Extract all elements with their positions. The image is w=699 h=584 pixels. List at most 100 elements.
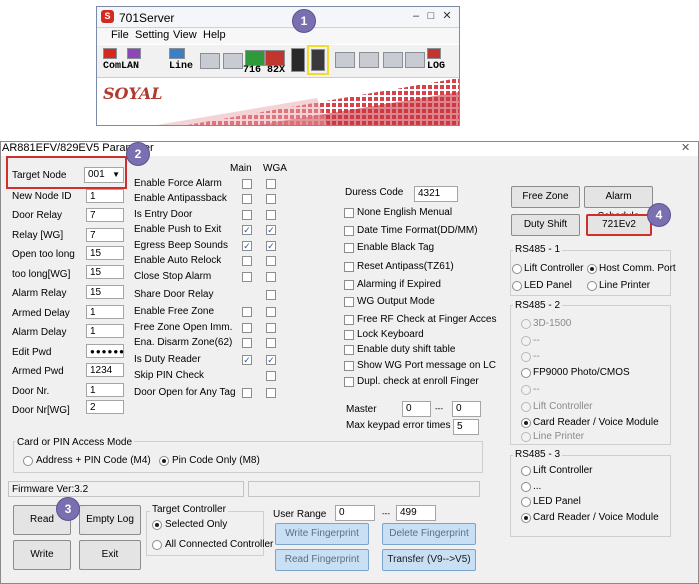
option-wga-checkbox[interactable] bbox=[266, 290, 276, 300]
master-to-input[interactable]: 0 bbox=[452, 401, 481, 417]
rs485-3-radio[interactable] bbox=[521, 466, 531, 476]
card-icon[interactable] bbox=[223, 53, 243, 69]
free-zone-button[interactable]: Free Zone bbox=[511, 186, 580, 208]
rs485-2-radio[interactable] bbox=[521, 352, 531, 362]
lan-icon[interactable] bbox=[127, 48, 141, 59]
option-main-checkbox[interactable] bbox=[242, 338, 252, 348]
rs485-2-radio[interactable] bbox=[521, 385, 531, 395]
option-wga-checkbox[interactable] bbox=[266, 307, 276, 317]
reader-icon[interactable] bbox=[291, 48, 305, 72]
menu-file[interactable]: File bbox=[111, 29, 129, 41]
menu-help[interactable]: Help bbox=[203, 29, 226, 41]
tool-icon[interactable] bbox=[405, 52, 425, 68]
setting-checkbox[interactable] bbox=[344, 243, 354, 253]
new-node-id-input[interactable]: 1 bbox=[86, 189, 124, 203]
setting-checkbox[interactable] bbox=[344, 280, 354, 290]
device-716-icon[interactable] bbox=[245, 50, 265, 66]
duty-shift-button[interactable]: Duty Shift bbox=[511, 214, 580, 236]
too-long-wg-input[interactable]: 15 bbox=[86, 265, 124, 279]
monitor-icon[interactable] bbox=[200, 53, 220, 69]
log-icon[interactable] bbox=[427, 48, 441, 59]
setting-checkbox[interactable] bbox=[344, 262, 354, 272]
armed-pwd-input[interactable]: 1234 bbox=[86, 363, 124, 377]
option-wga-checkbox[interactable]: ✓ bbox=[266, 355, 276, 365]
com-icon[interactable] bbox=[103, 48, 117, 59]
rs485-2-radio[interactable] bbox=[521, 418, 531, 428]
option-main-checkbox[interactable] bbox=[242, 388, 252, 398]
setting-checkbox[interactable] bbox=[344, 330, 354, 340]
line-label[interactable]: Line bbox=[169, 61, 193, 72]
log-label[interactable]: LOG bbox=[427, 61, 445, 72]
rs485-3-radio[interactable] bbox=[521, 482, 531, 492]
rs485-1-radio[interactable] bbox=[512, 281, 522, 291]
ar881-device-icon[interactable] bbox=[311, 49, 325, 71]
scanner-icon[interactable] bbox=[359, 52, 379, 68]
option-main-checkbox[interactable]: ✓ bbox=[242, 355, 252, 365]
option-main-checkbox[interactable] bbox=[242, 323, 252, 333]
option-wga-checkbox[interactable] bbox=[266, 388, 276, 398]
rs485-2-radio[interactable] bbox=[521, 336, 531, 346]
write-button[interactable]: Write bbox=[13, 540, 71, 570]
edit-pwd-input[interactable]: ●●●●●● bbox=[86, 344, 124, 358]
door-nr-wg-input[interactable]: 2 bbox=[86, 400, 124, 414]
user-range-from-input[interactable]: 0 bbox=[335, 505, 375, 521]
keypad-error-input[interactable]: 5 bbox=[453, 419, 479, 435]
open-too-long-input[interactable]: 15 bbox=[86, 246, 124, 260]
door-nr-input[interactable]: 1 bbox=[86, 383, 124, 397]
relay-wg-input[interactable]: 7 bbox=[86, 228, 124, 242]
empty-log-button[interactable]: Empty Log bbox=[79, 505, 141, 535]
rs485-2-radio[interactable] bbox=[521, 402, 531, 412]
door-relay-input[interactable]: 7 bbox=[86, 208, 124, 222]
option-wga-checkbox[interactable]: ✓ bbox=[266, 241, 276, 251]
rs485-3-radio[interactable] bbox=[521, 497, 531, 507]
rs485-3-radio[interactable] bbox=[521, 513, 531, 523]
alarm-relay-input[interactable]: 15 bbox=[86, 285, 124, 299]
parameter-close-icon[interactable]: ✕ bbox=[681, 141, 690, 154]
option-main-checkbox[interactable] bbox=[242, 256, 252, 266]
setting-checkbox[interactable] bbox=[344, 208, 354, 218]
rs485-1-radio[interactable] bbox=[512, 264, 522, 274]
option-wga-checkbox[interactable] bbox=[266, 338, 276, 348]
close-icon[interactable]: ✕ bbox=[440, 10, 454, 22]
option-wga-checkbox[interactable] bbox=[266, 210, 276, 220]
setting-checkbox[interactable] bbox=[344, 297, 354, 307]
setting-checkbox[interactable] bbox=[344, 361, 354, 371]
write-fingerprint-button[interactable]: Write Fingerprint bbox=[275, 523, 369, 545]
fingerprint-icon[interactable] bbox=[335, 52, 355, 68]
setting-checkbox[interactable] bbox=[344, 345, 354, 355]
setting-checkbox[interactable] bbox=[344, 315, 354, 325]
setting-checkbox[interactable] bbox=[344, 377, 354, 387]
read-fingerprint-button[interactable]: Read Fingerprint bbox=[275, 549, 369, 571]
selected-only-radio[interactable] bbox=[152, 520, 162, 530]
rs485-2-radio[interactable] bbox=[521, 432, 531, 442]
setting-checkbox[interactable] bbox=[344, 226, 354, 236]
option-main-checkbox[interactable] bbox=[242, 210, 252, 220]
armed-delay-input[interactable]: 1 bbox=[86, 305, 124, 319]
option-main-checkbox[interactable]: ✓ bbox=[242, 225, 252, 235]
maximize-icon[interactable]: □ bbox=[424, 10, 438, 22]
option-wga-checkbox[interactable] bbox=[266, 323, 276, 333]
option-wga-checkbox[interactable] bbox=[266, 371, 276, 381]
minimize-icon[interactable]: – bbox=[409, 10, 423, 22]
delete-fingerprint-button[interactable]: Delete Fingerprint bbox=[382, 523, 476, 545]
option-wga-checkbox[interactable] bbox=[266, 194, 276, 204]
transfer-button[interactable]: Transfer (V9-->V5) bbox=[382, 549, 476, 571]
rs485-2-radio[interactable] bbox=[521, 368, 531, 378]
rs485-1-radio[interactable] bbox=[587, 281, 597, 291]
option-main-checkbox[interactable] bbox=[242, 272, 252, 282]
option-wga-checkbox[interactable]: ✓ bbox=[266, 225, 276, 235]
device-nums-label[interactable]: 716 82X bbox=[243, 65, 285, 76]
alarm-delay-input[interactable]: 1 bbox=[86, 324, 124, 338]
menu-view[interactable]: View bbox=[173, 29, 197, 41]
transfer-icon[interactable] bbox=[383, 52, 403, 68]
line-icon[interactable] bbox=[169, 48, 185, 59]
option-wga-checkbox[interactable] bbox=[266, 179, 276, 189]
access-mode-m4-radio[interactable] bbox=[23, 456, 33, 466]
option-wga-checkbox[interactable] bbox=[266, 256, 276, 266]
option-wga-checkbox[interactable] bbox=[266, 272, 276, 282]
alarm-schedule-button[interactable]: Alarm Schedule bbox=[584, 186, 653, 222]
comlan-label[interactable]: ComLAN bbox=[103, 61, 139, 72]
ev2-button[interactable]: 721Ev2 bbox=[586, 214, 652, 236]
master-from-input[interactable]: 0 bbox=[402, 401, 431, 417]
option-main-checkbox[interactable] bbox=[242, 307, 252, 317]
